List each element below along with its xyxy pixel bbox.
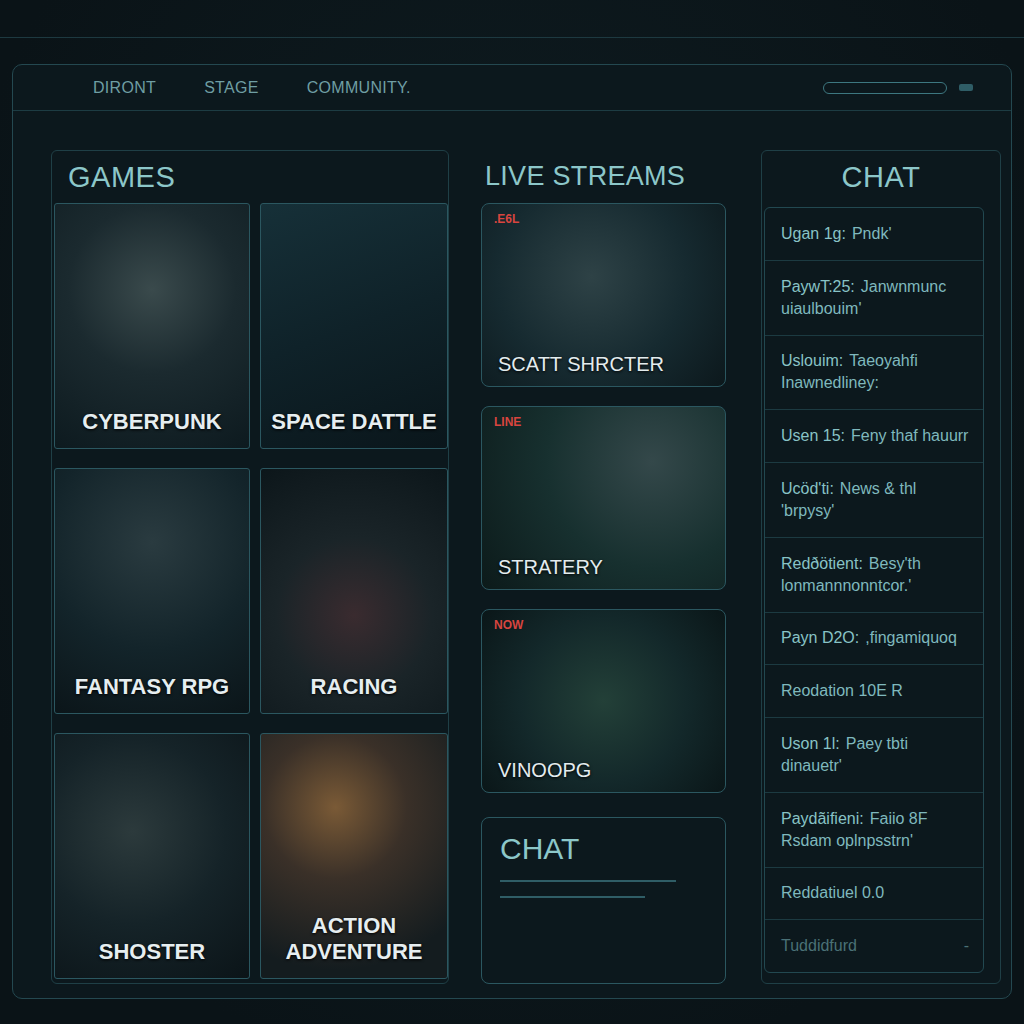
app-frame: DIRONT STAGE COMMUNITY. GAMES CYBERPUNK SPACE…	[12, 64, 1012, 999]
chat-user: Paydãifieni:	[781, 810, 864, 827]
main-nav: DIRONT STAGE COMMUNITY.	[93, 79, 823, 97]
chat-message: Paydãifieni:Faiio 8F Rsdam oplnpsstrn'	[765, 793, 983, 868]
live-badge: NOW	[494, 618, 523, 632]
chat-message: Reodation 10E R	[765, 665, 983, 718]
live-badge: .E6L	[494, 212, 519, 226]
chat-message: Ugan 1g:Pndk'	[765, 208, 983, 261]
chat-user: PaywT:25:	[781, 278, 855, 295]
chat-message-text: Reddatiuel 0.0	[781, 882, 884, 904]
nav-item[interactable]: COMMUNITY.	[307, 79, 411, 97]
chat-message-text: Redðötient:Besy'th lonmannnonntcor.'	[781, 553, 969, 597]
chat-message-text: Paydãifieni:Faiio 8F Rsdam oplnpsstrn'	[781, 808, 969, 852]
main-content: GAMES CYBERPUNK SPACE DATTLE FANTASY RPG RAC…	[13, 111, 1011, 998]
stream-card[interactable]: .E6L SCATT SHRCTER	[481, 203, 726, 387]
chat-message-text: Tuddidfurd	[781, 935, 857, 957]
chat-list: Ugan 1g:Pndk' PaywT:25:Janwnmunc uiaulbou…	[764, 207, 984, 973]
chat-message: Uslouim:Taeoyahfi Inawnedliney:	[765, 336, 983, 411]
chat-message: Tuddidfurd -	[765, 920, 983, 972]
chat-message-text: Reodation 10E R	[781, 680, 903, 702]
chat-message: Payn D2O:,fingamiquoq	[765, 613, 983, 666]
chat-title: CHAT	[764, 151, 998, 203]
top-strip	[0, 0, 1024, 38]
game-card[interactable]: SHOSTER	[54, 733, 250, 979]
games-grid: CYBERPUNK SPACE DATTLE FANTASY RPG RACING SH…	[54, 203, 446, 979]
chat-user: Ucöd'ti:	[781, 480, 834, 497]
chat-message: Redðötient:Besy'th lonmannnonntcor.'	[765, 538, 983, 613]
chat-message-text: Uslouim:Taeoyahfi Inawnedliney:	[781, 350, 969, 394]
stream-chat-title: CHAT	[500, 832, 707, 866]
live-streams-title: LIVE STREAMS	[481, 150, 726, 203]
stream-card[interactable]: LINE STRATERY	[481, 406, 726, 590]
chat-message-text: Uson 1l:Paey tbti dinauetr'	[781, 733, 969, 777]
game-label: FANTASY RPG	[55, 674, 249, 713]
game-card[interactable]: FANTASY RPG	[54, 468, 250, 714]
search-field[interactable]	[823, 82, 947, 94]
chat-input-line[interactable]	[500, 880, 676, 882]
chat-message: Usen 15:Feny thaf hauurr	[765, 410, 983, 463]
game-label: CYBERPUNK	[55, 409, 249, 448]
games-title: GAMES	[54, 151, 446, 203]
game-card[interactable]: RACING	[260, 468, 448, 714]
chat-input-line[interactable]	[500, 896, 645, 898]
menu-button[interactable]	[959, 84, 973, 91]
stream-chat-box: CHAT	[481, 817, 726, 984]
stream-label: STRATERY	[482, 556, 725, 589]
live-badge: LINE	[494, 415, 521, 429]
chat-message-text: Ugan 1g:Pndk'	[781, 223, 891, 245]
stream-label: VINOOPG	[482, 759, 725, 792]
chat-message-text: Usen 15:Feny thaf hauurr	[781, 425, 968, 447]
game-label: SPACE DATTLE	[261, 409, 447, 448]
nav-item[interactable]: STAGE	[204, 79, 259, 97]
games-panel: GAMES CYBERPUNK SPACE DATTLE FANTASY RPG RAC…	[51, 150, 449, 984]
game-card[interactable]: CYBERPUNK	[54, 203, 250, 449]
nav-item[interactable]: DIRONT	[93, 79, 156, 97]
chat-user: Usen 15:	[781, 427, 845, 444]
chat-panel: CHAT Ugan 1g:Pndk' PaywT:25:Janwnmunc uiau…	[761, 150, 1001, 984]
chat-message-text: PaywT:25:Janwnmunc uiaulbouim'	[781, 276, 969, 320]
chat-user: Uslouim:	[781, 352, 843, 369]
chat-user: Ugan 1g:	[781, 225, 846, 242]
chat-user: Uson 1l:	[781, 735, 840, 752]
header-bar: DIRONT STAGE COMMUNITY.	[13, 65, 1011, 111]
chat-message: Uson 1l:Paey tbti dinauetr'	[765, 718, 983, 793]
chat-message-text: Payn D2O:,fingamiquoq	[781, 627, 957, 649]
live-streams-column: LIVE STREAMS .E6L SCATT SHRCTER LINE STRATER…	[481, 150, 726, 984]
chat-user: Redðötient:	[781, 555, 863, 572]
stream-label: SCATT SHRCTER	[482, 353, 725, 386]
chat-message: Ucöd'ti:News & thl 'brpysy'	[765, 463, 983, 538]
stream-list: .E6L SCATT SHRCTER LINE STRATERY NOW VINOOPG	[481, 203, 726, 793]
game-label: SHOSTER	[55, 939, 249, 978]
chat-message: PaywT:25:Janwnmunc uiaulbouim'	[765, 261, 983, 336]
page: DIRONT STAGE COMMUNITY. GAMES CYBERPUNK SPACE…	[0, 0, 1024, 1024]
chat-message: Reddatiuel 0.0	[765, 868, 983, 921]
chat-marker: -	[964, 935, 969, 957]
game-label: RACING	[261, 674, 447, 713]
game-card[interactable]: SPACE DATTLE	[260, 203, 448, 449]
game-label: ACTION ADVENTURE	[261, 913, 447, 978]
chat-message-text: Ucöd'ti:News & thl 'brpysy'	[781, 478, 969, 522]
chat-user: Payn D2O:	[781, 629, 859, 646]
stream-card[interactable]: NOW VINOOPG	[481, 609, 726, 793]
game-card[interactable]: ACTION ADVENTURE	[260, 733, 448, 979]
